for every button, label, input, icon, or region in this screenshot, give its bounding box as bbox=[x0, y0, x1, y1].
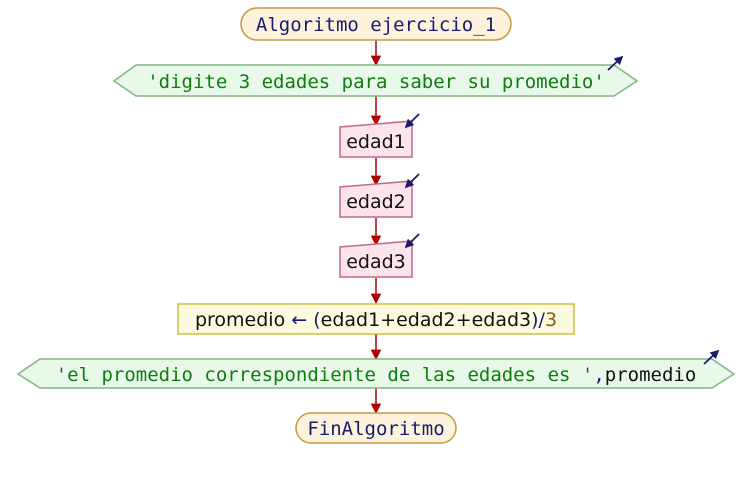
assign-expression: edad1+edad2+edad3 bbox=[321, 309, 531, 331]
svg-text:promedio ← (edad1+edad2+edad3): promedio ← (edad1+edad2+edad3)/3 bbox=[195, 309, 557, 331]
output-string-2: 'el promedio correspondiente de las edad… bbox=[56, 364, 594, 386]
assign-open-paren: ( bbox=[313, 309, 320, 331]
input-node-1[interactable]: edad1 bbox=[339, 113, 420, 158]
end-node[interactable]: FinAlgoritmo bbox=[295, 412, 457, 444]
assign-arrow: ← bbox=[291, 309, 307, 331]
assign-divisor: 3 bbox=[545, 309, 557, 331]
input-var-3: edad3 bbox=[346, 251, 406, 273]
end-keyword: FinAlgoritmo bbox=[307, 418, 444, 440]
output-separator: , bbox=[593, 364, 604, 386]
input-var-1: edad1 bbox=[346, 131, 406, 153]
svg-text:'el promedio correspondiente d: 'el promedio correspondiente de las edad… bbox=[56, 364, 697, 386]
start-node[interactable]: Algoritmo ejercicio_1 bbox=[240, 7, 512, 41]
assign-close-div: )/ bbox=[531, 309, 545, 331]
input-node-2[interactable]: edad2 bbox=[339, 173, 420, 218]
assign-target: promedio bbox=[195, 309, 285, 331]
input-node-3[interactable]: edad3 bbox=[339, 233, 420, 278]
start-keyword: Algoritmo bbox=[256, 14, 359, 36]
process-node[interactable]: promedio ← (edad1+edad2+edad3)/3 bbox=[177, 303, 575, 335]
svg-text:Algoritmo ejercicio_1: Algoritmo ejercicio_1 bbox=[256, 14, 496, 36]
algorithm-name: ejercicio_1 bbox=[370, 14, 496, 36]
output-text-1: 'digite 3 edades para saber su promedio' bbox=[147, 71, 605, 93]
input-var-2: edad2 bbox=[346, 191, 406, 213]
output-var-2: promedio bbox=[605, 364, 697, 386]
flowchart: Algoritmo ejercicio_1 'digite 3 edades p… bbox=[16, 7, 736, 444]
